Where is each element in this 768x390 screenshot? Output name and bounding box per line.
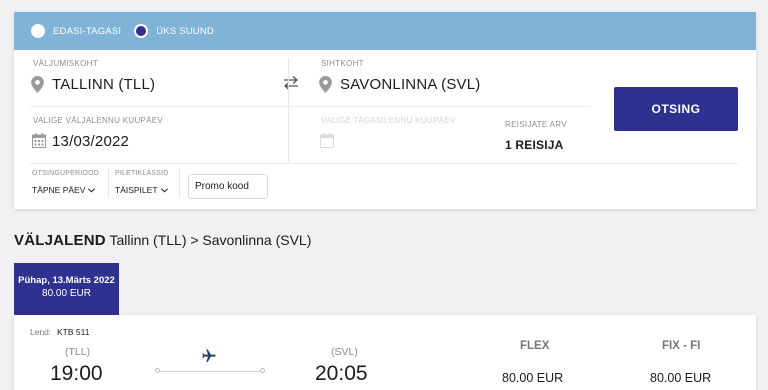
location-pin-icon bbox=[319, 76, 332, 93]
search-button[interactable]: OTSING bbox=[614, 87, 738, 131]
search-panel: EDASI-TAGASI ÜKS SUUND VÄLJUMISKOHT TALL… bbox=[14, 12, 756, 209]
promo-code-input[interactable]: Promo kood bbox=[188, 174, 268, 199]
radio-button-unselected[interactable] bbox=[31, 24, 45, 38]
trip-type-return-label: EDASI-TAGASI bbox=[53, 25, 122, 37]
search-period-label: OTSINGUPERIOOD bbox=[32, 170, 99, 177]
destination-label: SIHTKOHT bbox=[321, 59, 364, 68]
trip-type-oneway-label: ÜKS SUUND bbox=[156, 25, 214, 37]
route-heading-direction: VÄLJALEND bbox=[14, 232, 106, 249]
row-divider bbox=[30, 163, 738, 164]
return-date-label: VALIGE TAGASILENNU KUUPÄEV bbox=[321, 116, 456, 125]
arrival-time: 20:05 bbox=[315, 362, 368, 385]
trip-type-bar: EDASI-TAGASI ÜKS SUUND bbox=[14, 12, 756, 50]
flight-number: KTB 511 bbox=[57, 327, 90, 337]
date-tab-price: 80.00 EUR bbox=[42, 288, 91, 299]
field-divider bbox=[288, 58, 289, 162]
chevron-down-icon bbox=[88, 187, 96, 193]
route-heading: VÄLJALEND Tallinn (TLL) > Savonlinna (SV… bbox=[14, 232, 311, 249]
airplane-icon bbox=[202, 349, 216, 362]
date-tab-selected[interactable]: Pühap, 13.Märts 2022 80.00 EUR bbox=[14, 263, 119, 315]
filter-divider bbox=[108, 168, 109, 198]
origin-label: VÄLJUMISKOHT bbox=[33, 59, 98, 68]
passengers-label: REISIJATE ARV bbox=[505, 120, 567, 129]
calendar-icon bbox=[32, 133, 46, 148]
route-heading-route: Tallinn (TLL) > Savonlinna (SVL) bbox=[105, 232, 312, 248]
swap-icon[interactable] bbox=[282, 75, 300, 91]
location-pin-icon bbox=[31, 76, 44, 93]
date-tab-date: Pühap, 13.Märts 2022 bbox=[18, 275, 115, 286]
fare-fix-price[interactable]: 80.00 EUR bbox=[650, 371, 711, 385]
origin-field[interactable]: TALLINN (TLL) bbox=[52, 76, 155, 93]
origin-code: (TLL) bbox=[65, 346, 91, 358]
fare-flex-price[interactable]: 80.00 EUR bbox=[502, 371, 563, 385]
trip-type-oneway[interactable]: ÜKS SUUND bbox=[134, 24, 214, 38]
trip-type-return[interactable]: EDASI-TAGASI bbox=[31, 24, 121, 38]
calendar-icon bbox=[320, 133, 334, 148]
destination-code: (SVL) bbox=[331, 346, 358, 358]
flight-result-card: Lend: KTB 511 (TLL) 19:00 (SVL) 20:05 FL… bbox=[14, 315, 756, 390]
departure-date-label: VALIGE VÄLJALENNU KUUPÄEV bbox=[33, 116, 164, 125]
route-end-dot bbox=[260, 368, 265, 373]
fare-class-value: TÄISPILET bbox=[115, 185, 158, 195]
destination-field[interactable]: SAVONLINNA (SVL) bbox=[340, 76, 480, 93]
passengers-field[interactable]: 1 REISIJA bbox=[505, 138, 564, 152]
filter-divider bbox=[179, 168, 180, 198]
search-period-value: TÄPNE PÄEV bbox=[32, 185, 86, 195]
flight-number-label: Lend: bbox=[30, 327, 52, 337]
chevron-down-icon bbox=[160, 187, 168, 193]
fare-class-select[interactable]: TÄISPILET bbox=[115, 185, 168, 195]
row-divider bbox=[30, 106, 590, 107]
fare-class-label: PILETIKLASSID bbox=[115, 170, 169, 177]
departure-time: 19:00 bbox=[50, 362, 103, 385]
fare-flex-name: FLEX bbox=[520, 340, 550, 352]
route-start-dot bbox=[155, 368, 160, 373]
search-period-select[interactable]: TÄPNE PÄEV bbox=[32, 185, 96, 195]
flight-route-line bbox=[155, 368, 265, 373]
radio-button-selected[interactable] bbox=[134, 24, 149, 38]
fare-fix-name: FIX - FI bbox=[662, 340, 701, 352]
departure-date-field[interactable]: 13/03/2022 bbox=[52, 133, 129, 150]
